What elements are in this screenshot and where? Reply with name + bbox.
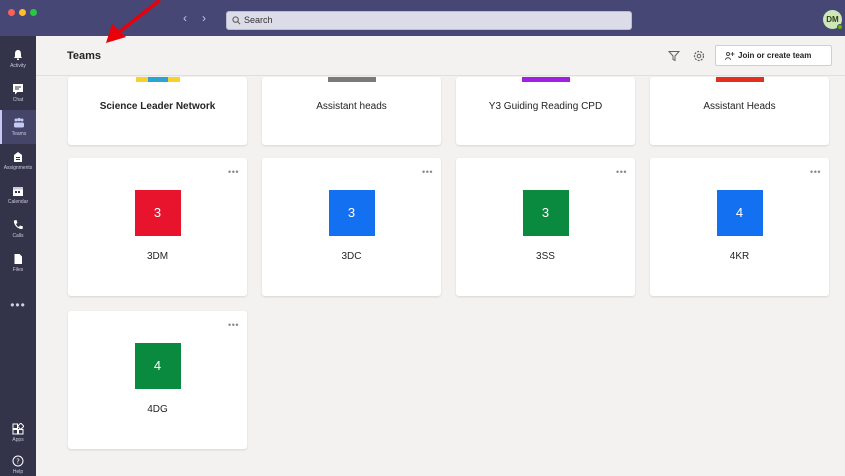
team-card[interactable]: Assistant heads	[262, 77, 441, 145]
more-apps-button[interactable]: •••	[0, 298, 36, 312]
calendar-icon	[13, 187, 23, 196]
team-card[interactable]: ••• 4 4DG	[68, 311, 247, 449]
team-color-strip	[148, 77, 168, 82]
rail-item-calendar[interactable]: Calendar	[0, 178, 36, 212]
rail-label: Teams	[11, 131, 27, 137]
rail-label: Calendar	[7, 199, 29, 205]
team-name: 3SS	[536, 251, 555, 262]
page-title: Teams	[67, 50, 102, 62]
rail-label: Assignments	[3, 165, 33, 171]
rail-item-activity[interactable]: Activity	[0, 42, 36, 76]
gear-icon[interactable]	[692, 49, 706, 63]
rail-label: Calls	[12, 233, 24, 239]
rail-label: Apps	[12, 437, 24, 443]
rail-item-calls[interactable]: Calls	[0, 212, 36, 246]
bell-icon	[14, 50, 22, 60]
team-avatar-tile: 3	[328, 190, 375, 236]
join-or-create-team-button[interactable]: Join or create team	[715, 45, 832, 66]
more-options-button[interactable]: •••	[616, 167, 627, 177]
filter-icon[interactable]	[668, 50, 680, 62]
rail-item-files[interactable]: Files	[0, 246, 36, 280]
add-team-icon	[725, 52, 735, 61]
status-badge	[837, 24, 843, 30]
team-card[interactable]: Science Leader Network	[68, 77, 247, 145]
team-avatar-tile: 3	[522, 190, 569, 236]
team-card[interactable]: Y3 Guiding Reading CPD	[456, 77, 635, 145]
svg-text:?: ?	[16, 458, 20, 466]
rail-item-help[interactable]: ? Help	[0, 448, 36, 476]
rail-label: Files	[12, 267, 24, 273]
team-avatar-tile: 4	[134, 343, 181, 389]
search-placeholder: Search	[244, 15, 273, 25]
rail-label: Chat	[12, 97, 24, 103]
team-color-strip	[522, 77, 570, 82]
more-options-button[interactable]: •••	[422, 167, 433, 177]
team-card[interactable]: ••• 3 3SS	[456, 158, 635, 296]
avatar-initials: DM	[826, 15, 839, 24]
rail-label: Help	[12, 469, 24, 475]
team-name: 3DM	[146, 251, 169, 262]
team-name: 4KR	[729, 251, 750, 262]
annotation-arrow	[106, 0, 162, 43]
more-options-button[interactable]: •••	[228, 167, 239, 177]
more-options-button[interactable]: •••	[228, 320, 239, 330]
team-name: Assistant Heads	[703, 101, 776, 112]
team-name: Assistant heads	[316, 101, 387, 112]
rail-item-assignments[interactable]: Assignments	[0, 144, 36, 178]
rail-item-apps[interactable]: Apps	[0, 416, 36, 450]
team-name: Y3 Guiding Reading CPD	[488, 101, 603, 112]
team-name: 3DC	[341, 251, 362, 262]
back-arrow-icon[interactable]: ‹	[183, 12, 187, 24]
search-icon	[232, 16, 241, 25]
teams-icon	[14, 117, 24, 128]
rail-item-teams[interactable]: Teams	[0, 110, 36, 144]
search-input[interactable]: Search	[226, 11, 632, 30]
app-rail: Activity Chat Teams Assignments Calendar…	[0, 36, 36, 476]
help-icon: ?	[12, 455, 24, 467]
team-name: 4DG	[147, 404, 168, 415]
chat-icon	[13, 84, 23, 95]
assignments-icon	[14, 152, 22, 162]
file-icon	[14, 254, 22, 264]
rail-label: Activity	[10, 63, 26, 69]
team-card[interactable]: ••• 4 4KR	[650, 158, 829, 296]
rail-item-chat[interactable]: Chat	[0, 76, 36, 110]
join-button-label: Join or create team	[738, 51, 812, 60]
apps-icon	[12, 423, 24, 435]
team-card[interactable]: Assistant Heads	[650, 77, 829, 145]
team-card[interactable]: ••• 3 3DC	[262, 158, 441, 296]
forward-arrow-icon[interactable]: ›	[202, 12, 206, 24]
more-options-button[interactable]: •••	[810, 167, 821, 177]
zoom-window-button[interactable]	[30, 9, 37, 16]
phone-icon	[13, 220, 23, 230]
team-color-strip	[716, 77, 764, 82]
avatar[interactable]: DM	[823, 10, 843, 30]
team-color-strip	[328, 77, 376, 82]
team-avatar-tile: 4	[716, 190, 763, 236]
team-name: Science Leader Network	[99, 101, 216, 112]
team-card[interactable]: ••• 3 3DM	[68, 158, 247, 296]
close-window-button[interactable]	[8, 9, 15, 16]
team-avatar-tile: 3	[134, 190, 181, 236]
minimize-window-button[interactable]	[19, 9, 26, 16]
